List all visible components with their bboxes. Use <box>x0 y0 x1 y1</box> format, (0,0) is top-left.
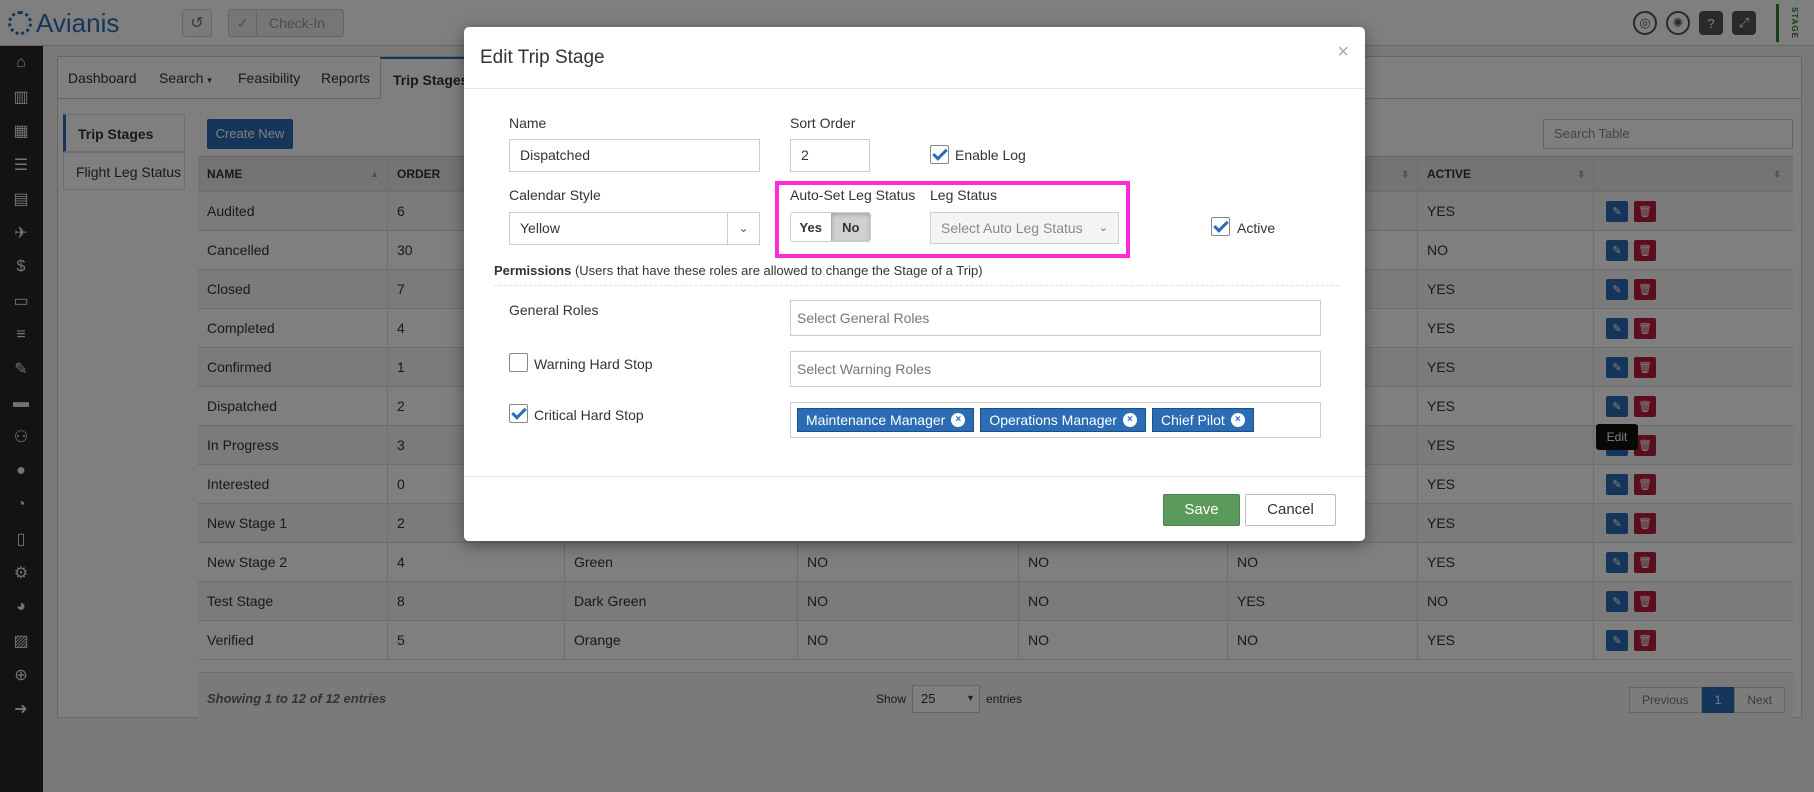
critical-roles-input[interactable]: Maintenance Manager × Operations Manager × C… <box>790 402 1321 438</box>
calendar-style-label: Calendar Style <box>509 187 601 203</box>
critical-hard-stop-label: Critical Hard Stop <box>534 407 644 423</box>
remove-tag-icon[interactable]: × <box>951 413 966 427</box>
modal-header: Edit Trip Stage × <box>464 27 1365 89</box>
active-checkbox[interactable] <box>1211 217 1230 236</box>
save-button[interactable]: Save <box>1163 494 1240 526</box>
warning-hard-stop-label: Warning Hard Stop <box>534 356 653 372</box>
edit-trip-stage-modal: Edit Trip Stage × Name Dispatched Sort O… <box>464 27 1365 541</box>
critical-role-tags: Maintenance Manager × Operations Manager × C… <box>797 403 1320 437</box>
modal-title: Edit Trip Stage <box>480 47 605 68</box>
permissions-title: Permissions (Users that have these roles… <box>494 263 983 278</box>
general-roles-input[interactable]: Select General Roles <box>790 300 1321 336</box>
name-input[interactable]: Dispatched <box>509 139 760 172</box>
remove-tag-icon[interactable]: × <box>1230 413 1245 427</box>
warning-roles-input[interactable]: Select Warning Roles <box>790 351 1321 387</box>
role-tag: Maintenance Manager × <box>797 408 975 432</box>
warning-hard-stop-checkbox[interactable] <box>509 353 528 372</box>
role-tag: Operations Manager × <box>980 408 1146 432</box>
sort-order-label: Sort Order <box>790 115 856 131</box>
active-label: Active <box>1237 220 1276 236</box>
enable-log-label: Enable Log <box>955 147 1026 163</box>
sort-order-input[interactable]: 2 <box>790 139 870 172</box>
divider <box>494 285 1339 286</box>
chevron-down-icon: ⌄ <box>727 213 759 244</box>
remove-tag-icon[interactable]: × <box>1122 413 1137 427</box>
role-tag: Chief Pilot × <box>1151 408 1254 432</box>
critical-hard-stop-checkbox[interactable] <box>509 404 528 423</box>
enable-log-checkbox[interactable] <box>930 145 949 164</box>
highlight-box <box>775 181 1130 258</box>
general-roles-label: General Roles <box>509 302 599 318</box>
name-label: Name <box>509 115 547 131</box>
close-icon[interactable]: × <box>1337 41 1349 64</box>
calendar-style-select[interactable]: Yellow ⌄ <box>509 212 760 245</box>
cancel-button[interactable]: Cancel <box>1245 494 1336 526</box>
modal-footer: Save Cancel <box>464 476 1365 541</box>
